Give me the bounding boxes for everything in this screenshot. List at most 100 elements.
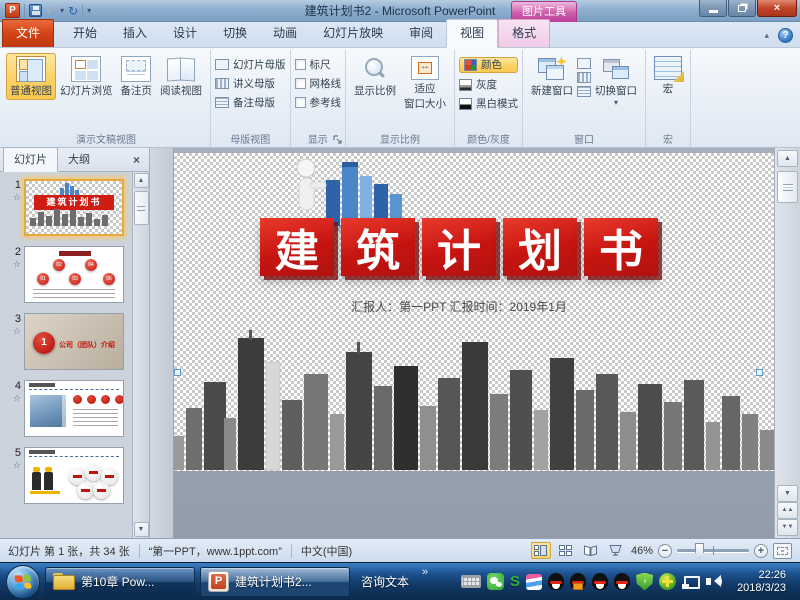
previous-slide-button[interactable]: ▲▲: [777, 502, 798, 519]
scroll-up-icon[interactable]: ▲: [777, 150, 798, 167]
reading-view-button[interactable]: 阅读视图: [156, 53, 206, 100]
powerpoint-app-icon[interactable]: P: [5, 3, 20, 18]
gridlines-checkbox[interactable]: [295, 78, 306, 89]
undo-dropdown-icon[interactable]: ▾: [60, 6, 64, 15]
editor-scrollbar[interactable]: ▲ ▼ ▲▲ ▼▼: [774, 148, 800, 538]
zoom-slider[interactable]: [677, 549, 749, 552]
antivirus-ball-icon[interactable]: [659, 573, 676, 590]
selection-handle-right[interactable]: [756, 369, 763, 376]
handout-master-button[interactable]: 讲义母版: [215, 76, 286, 91]
ruler-checkbox[interactable]: [295, 59, 306, 70]
slide-thumbnail-4[interactable]: 4 ☆: [0, 380, 129, 437]
tab-slideshow[interactable]: 幻灯片放映: [310, 20, 396, 47]
color-button[interactable]: 颜色: [459, 57, 518, 73]
tab-transitions[interactable]: 切换: [210, 20, 260, 47]
grayscale-button[interactable]: 灰度: [459, 77, 518, 92]
pane-splitter[interactable]: [150, 148, 174, 538]
tray-overflow-chevron-icon[interactable]: »: [422, 566, 428, 578]
wechat-icon[interactable]: [487, 573, 504, 590]
slide-thumbnail-3[interactable]: 3 ☆ 1 公司（团队）介绍: [0, 313, 129, 370]
slide-master-button[interactable]: 幻灯片母版: [215, 57, 286, 72]
gridlines-checkbox-row[interactable]: 网格线: [295, 76, 342, 91]
zoom-slider-thumb[interactable]: [695, 543, 704, 558]
tab-outline[interactable]: 大纲: [58, 148, 100, 171]
tab-slides[interactable]: 幻灯片: [3, 147, 58, 172]
taskbar-item-powerpoint[interactable]: P 建筑计划书2...: [200, 567, 350, 597]
close-button[interactable]: ×: [757, 0, 797, 17]
macros-button[interactable]: 宏: [650, 53, 686, 98]
tab-design[interactable]: 设计: [160, 20, 210, 47]
slide-thumbnail-2[interactable]: 2 ☆ 01 02 03 04 06: [0, 246, 129, 303]
slide-subtitle[interactable]: 汇报人：第一PPT 汇报时间：2019年1月: [260, 298, 658, 315]
input-keyboard-icon[interactable]: [461, 575, 481, 588]
restore-button[interactable]: [728, 0, 756, 17]
city-skyline-image[interactable]: [174, 330, 774, 538]
qat-customize-icon[interactable]: ▾: [87, 6, 91, 15]
minimize-ribbon-icon[interactable]: ▴: [764, 30, 769, 41]
tab-insert[interactable]: 插入: [110, 20, 160, 47]
tab-home[interactable]: 开始: [60, 20, 110, 47]
slide-editor[interactable]: 建 筑 计 划 书 汇报人：第一PPT 汇报时间：2019年1月: [174, 148, 774, 538]
arrange-all-icon[interactable]: [577, 72, 591, 83]
zoom-in-button[interactable]: +: [754, 544, 768, 558]
reading-view-button[interactable]: [581, 542, 601, 559]
scrollbar-thumb[interactable]: [777, 171, 798, 203]
black-white-button[interactable]: 黑白模式: [459, 96, 518, 111]
scrollbar-thumb[interactable]: [134, 191, 149, 225]
switch-windows-button[interactable]: 切换窗口 ▾: [591, 53, 641, 109]
tab-file[interactable]: 文件: [2, 19, 54, 47]
speaker-icon[interactable]: [706, 574, 722, 589]
start-button[interactable]: [6, 565, 40, 599]
slide-sorter-view-button[interactable]: [556, 542, 576, 559]
redo-icon[interactable]: ↻: [68, 5, 78, 17]
network-icon[interactable]: [682, 574, 700, 589]
language-status[interactable]: 中文(中国): [301, 543, 352, 559]
selection-handle-left[interactable]: [174, 369, 181, 376]
scroll-up-icon[interactable]: ▲: [134, 173, 149, 188]
taskbar-item-text[interactable]: 咨询文本: [355, 573, 415, 590]
help-icon[interactable]: ?: [778, 28, 793, 43]
slide-thumbnail-1[interactable]: 1 ☆ 建筑计划书: [0, 179, 129, 236]
guides-checkbox-row[interactable]: 参考线: [295, 95, 342, 110]
slide-title[interactable]: 建 筑 计 划 书: [260, 218, 658, 276]
normal-view-button[interactable]: [531, 542, 551, 559]
tab-view[interactable]: 视图: [446, 19, 498, 48]
next-slide-button[interactable]: ▼▼: [777, 519, 798, 536]
normal-view-button[interactable]: 普通视图: [6, 53, 56, 100]
qq-icon[interactable]: [592, 573, 608, 590]
notes-master-button[interactable]: 备注母版: [215, 95, 286, 110]
scroll-down-icon[interactable]: ▼: [777, 485, 798, 502]
undo-icon[interactable]: ↶: [46, 5, 56, 17]
cascade-windows-icon[interactable]: [577, 58, 591, 69]
zoom-level[interactable]: 46%: [631, 545, 653, 557]
minimize-button[interactable]: [699, 0, 727, 17]
security-shield-icon[interactable]: [636, 573, 653, 591]
thumbnails-scrollbar[interactable]: ▲ ▼: [132, 172, 149, 538]
tab-format[interactable]: 格式: [498, 19, 550, 47]
qq-icon[interactable]: [614, 573, 630, 590]
save-icon[interactable]: [29, 4, 42, 17]
close-pane-icon[interactable]: ×: [127, 151, 146, 171]
taskbar-item-folder[interactable]: 第10章 Pow...: [45, 567, 195, 597]
rainbow-app-icon[interactable]: [526, 574, 542, 590]
tab-review[interactable]: 审阅: [396, 20, 446, 47]
qq-briefcase-icon[interactable]: [570, 573, 586, 590]
fit-slide-to-window-button[interactable]: [773, 543, 792, 559]
ruler-checkbox-row[interactable]: 标尺: [295, 57, 342, 72]
fit-to-window-button[interactable]: 适应 窗口大小: [400, 53, 450, 113]
show-dialog-launcher-icon[interactable]: [333, 135, 343, 145]
notes-page-button[interactable]: 备注页: [117, 53, 157, 100]
move-split-icon[interactable]: [577, 86, 591, 97]
new-window-button[interactable]: 新建窗口: [527, 53, 577, 100]
zoom-out-button[interactable]: −: [658, 544, 672, 558]
guides-checkbox[interactable]: [295, 97, 306, 108]
slideshow-view-button[interactable]: [606, 542, 626, 559]
scroll-down-icon[interactable]: ▼: [134, 522, 149, 537]
slide-thumbnail-5[interactable]: 5 ☆: [0, 447, 129, 504]
taskbar-clock[interactable]: 22:26 2018/3/23: [727, 569, 794, 595]
sogou-icon[interactable]: S: [510, 573, 520, 590]
qq-icon[interactable]: [548, 573, 564, 590]
tab-animations[interactable]: 动画: [260, 20, 310, 47]
zoom-button[interactable]: 显示比例: [350, 53, 400, 100]
slide-sorter-button[interactable]: 幻灯片浏览: [56, 53, 117, 100]
